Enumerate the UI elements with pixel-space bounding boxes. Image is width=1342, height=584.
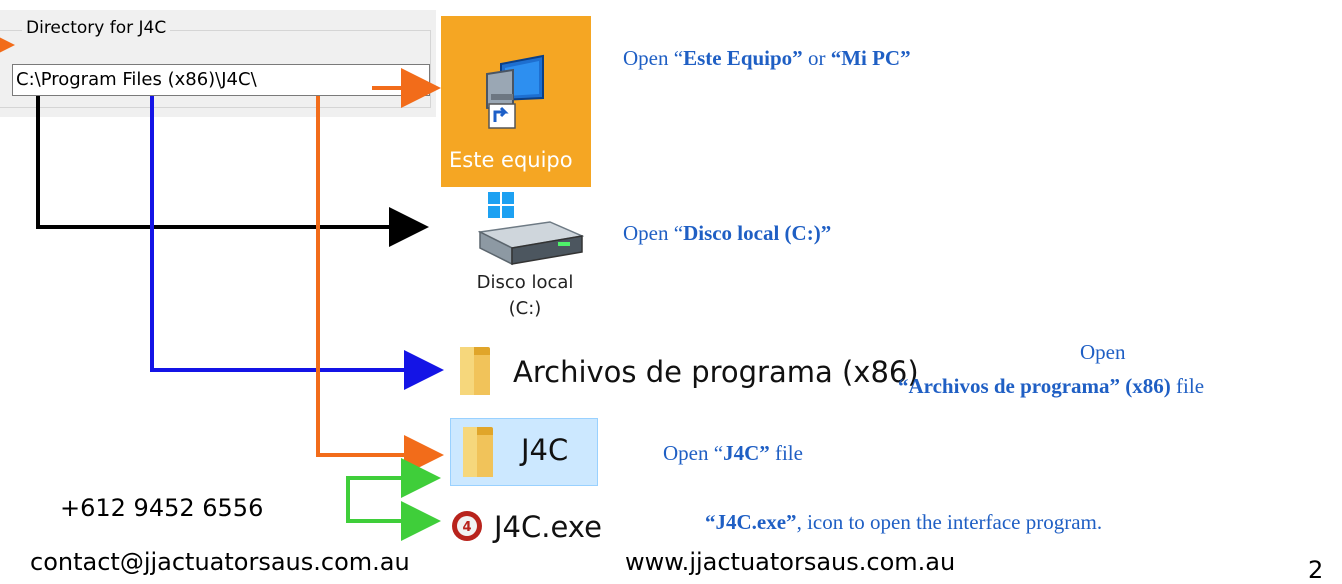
- arrow-to-disco-local: [36, 96, 429, 247]
- arrow-green-to-folder: [346, 458, 441, 522]
- arrow-green-to-exe: [346, 501, 441, 541]
- connector-arrows: [0, 30, 444, 541]
- arrow-to-j4c-folder: [316, 96, 444, 475]
- arrow-to-archivos: [150, 96, 444, 390]
